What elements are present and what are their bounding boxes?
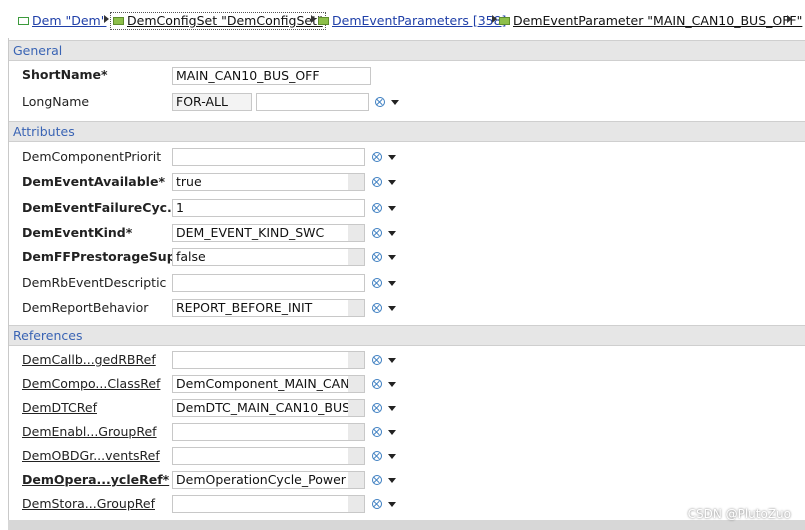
ref-field-storagecondgroup[interactable] <box>172 495 365 513</box>
breadcrumb: Dem "Dem" DemConfigSet "DemConfigSet" De… <box>0 0 805 38</box>
breadcrumb-item-eventparameter[interactable]: DemEventParameter "MAIN_CAN10_BUS_OFF" <box>499 13 802 29</box>
ref-label-obdgroupingevents[interactable]: DemOBDGr...ventsRef <box>22 447 160 465</box>
dropdown-arrow-icon[interactable] <box>388 306 396 311</box>
longname-field[interactable] <box>256 93 369 111</box>
dropdown-arrow-icon[interactable] <box>391 100 399 105</box>
module-icon <box>18 16 29 25</box>
folder-icon <box>499 16 510 25</box>
clear-icon[interactable] <box>372 451 382 461</box>
ref-field-dtc[interactable]: DemDTC_MAIN_CAN10_BUS_ <box>172 399 365 417</box>
dropdown-arrow-icon[interactable] <box>388 180 396 185</box>
clear-icon[interactable] <box>372 228 382 238</box>
breadcrumb-item-eventparameters[interactable]: DemEventParameters [358] <box>318 13 506 29</box>
breadcrumb-separator-icon <box>787 15 792 23</box>
dropdown-arrow-icon[interactable] <box>388 231 396 236</box>
breadcrumb-separator-icon <box>492 15 497 23</box>
longname-language-select[interactable]: FOR-ALL <box>172 93 252 111</box>
breadcrumb-item-configset[interactable]: DemConfigSet "DemConfigSet" <box>110 12 326 30</box>
dropdown-arrow-icon[interactable] <box>388 155 396 160</box>
clear-icon[interactable] <box>372 152 382 162</box>
attr-field-rbeventdescription[interactable] <box>172 274 365 292</box>
section-attributes[interactable]: Attributes <box>9 121 805 142</box>
clear-icon[interactable] <box>372 278 382 288</box>
clear-icon[interactable] <box>372 475 382 485</box>
ref-label-dtc[interactable]: DemDTCRef <box>22 399 97 417</box>
attr-label-rbeventdescription: DemRbEventDescriptic <box>22 275 167 290</box>
ref-field-componentclass[interactable]: DemComponent_MAIN_CAN1 <box>172 375 365 393</box>
horizontal-scrollbar[interactable] <box>8 520 805 530</box>
dropdown-arrow-icon[interactable] <box>388 281 396 286</box>
ref-label-componentclass[interactable]: DemCompo...ClassRef <box>22 375 160 393</box>
attr-field-eventavailable[interactable]: true <box>172 173 365 191</box>
clear-icon[interactable] <box>372 403 382 413</box>
dropdown-arrow-icon[interactable] <box>388 406 396 411</box>
ref-field-operationcycle[interactable]: DemOperationCycle_Power <box>172 471 365 489</box>
ref-label-storagecondgroup[interactable]: DemStora...GroupRef <box>22 495 155 513</box>
dropdown-arrow-icon[interactable] <box>388 255 396 260</box>
attr-field-eventkind[interactable]: DEM_EVENT_KIND_SWC <box>172 224 365 242</box>
attr-field-ffprestorage[interactable]: false <box>172 248 365 266</box>
breadcrumb-separator-icon <box>104 15 109 23</box>
attr-label-ffprestorage: DemFFPrestorageSup <box>22 249 176 264</box>
clear-icon[interactable] <box>372 379 382 389</box>
breadcrumb-item-dem[interactable]: Dem "Dem" <box>18 13 106 29</box>
clear-icon[interactable] <box>372 252 382 262</box>
attr-label-eventfailurecycle: DemEventFailureCyc... <box>22 200 182 215</box>
dropdown-arrow-icon[interactable] <box>388 478 396 483</box>
clear-icon[interactable] <box>372 499 382 509</box>
shortname-label: ShortName* <box>22 67 108 82</box>
ref-label-operationcycle[interactable]: DemOpera...ycleRef* <box>22 471 169 489</box>
attr-label-reportbehavior: DemReportBehavior <box>22 300 149 315</box>
attr-field-eventfailurecycle[interactable]: 1 <box>172 199 365 217</box>
dropdown-arrow-icon[interactable] <box>388 502 396 507</box>
ref-field-enablecondgroup[interactable] <box>172 423 365 441</box>
longname-label: LongName <box>22 94 90 109</box>
clear-icon[interactable] <box>372 355 382 365</box>
attr-field-reportbehavior[interactable]: REPORT_BEFORE_INIT <box>172 299 365 317</box>
breadcrumb-separator-icon <box>311 15 316 23</box>
dropdown-arrow-icon[interactable] <box>388 358 396 363</box>
clear-icon[interactable] <box>372 427 382 437</box>
clear-icon[interactable] <box>372 177 382 187</box>
watermark: CSDN @PlutoZuo <box>687 507 791 521</box>
attr-label-eventkind: DemEventKind* <box>22 225 133 240</box>
clear-icon[interactable] <box>375 97 385 107</box>
clear-icon[interactable] <box>372 303 382 313</box>
dropdown-arrow-icon[interactable] <box>388 454 396 459</box>
dropdown-arrow-icon[interactable] <box>388 430 396 435</box>
folder-icon <box>318 16 329 25</box>
attr-label-componentpriority: DemComponentPriorit <box>22 149 162 164</box>
shortname-field[interactable]: MAIN_CAN10_BUS_OFF <box>172 67 371 85</box>
ref-field-obdgroupingevents[interactable] <box>172 447 365 465</box>
dropdown-arrow-icon[interactable] <box>388 382 396 387</box>
clear-icon[interactable] <box>372 203 382 213</box>
ref-label-enablecondgroup[interactable]: DemEnabl...GroupRef <box>22 423 157 441</box>
dropdown-arrow-icon[interactable] <box>388 206 396 211</box>
section-general[interactable]: General <box>9 40 805 61</box>
ref-label-callbackinitmforg[interactable]: DemCallb...gedRBRef <box>22 351 156 369</box>
attr-field-componentpriority[interactable] <box>172 148 365 166</box>
section-references[interactable]: References <box>9 325 805 346</box>
folder-icon <box>113 16 124 25</box>
attr-label-eventavailable: DemEventAvailable* <box>22 174 165 189</box>
ref-field-callbackinitmforg[interactable] <box>172 351 365 369</box>
